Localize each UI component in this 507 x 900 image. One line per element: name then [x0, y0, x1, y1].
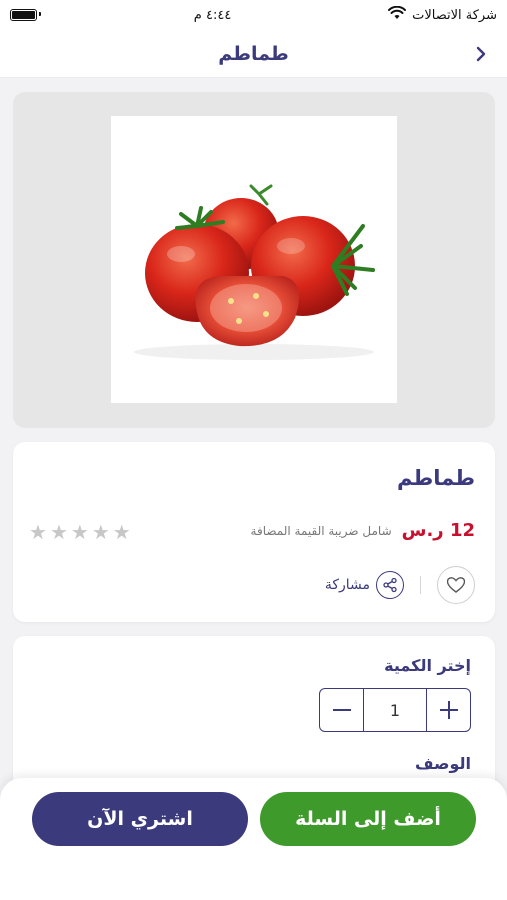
star-icon: ★	[91, 520, 110, 544]
share-button[interactable]: مشاركة	[325, 571, 404, 599]
star-icon: ★	[70, 520, 89, 544]
heart-icon	[447, 577, 465, 593]
bottom-action-bar: أضف إلى السلة اشتري الآن	[0, 778, 507, 900]
wifi-icon	[388, 5, 407, 24]
product-info-card: طماطم 12 ر.س شامل ضريبة القيمة المضافة ★…	[13, 442, 495, 622]
action-divider	[420, 576, 421, 594]
rating-stars[interactable]: ★ ★ ★ ★ ★	[29, 522, 131, 542]
product-image[interactable]	[111, 116, 397, 403]
decrease-quantity-button[interactable]	[320, 689, 364, 731]
add-to-cart-button[interactable]: أضف إلى السلة	[260, 792, 476, 846]
plus-icon	[439, 701, 458, 719]
product-image-card	[13, 92, 495, 428]
quantity-title: إختر الكمية	[384, 656, 471, 675]
quantity-stepper: 1	[319, 688, 471, 732]
star-icon: ★	[29, 520, 47, 544]
price-row: 12 ر.س شامل ضريبة القيمة المضافة	[251, 520, 475, 541]
buy-now-button[interactable]: اشتري الآن	[32, 792, 248, 846]
star-icon: ★	[112, 520, 131, 544]
star-icon: ★	[49, 520, 68, 544]
back-button[interactable]	[469, 42, 493, 66]
description-title: الوصف	[414, 754, 471, 773]
chevron-right-icon	[476, 46, 486, 62]
page-title: طماطم	[218, 42, 289, 65]
battery-icon	[10, 9, 41, 21]
app-header: طماطم	[0, 30, 507, 78]
product-actions: مشاركة	[325, 566, 475, 604]
share-label: مشاركة	[324, 577, 370, 593]
carrier-name: شركة الاتصالات	[412, 7, 497, 23]
share-icon	[376, 571, 404, 599]
favorite-button[interactable]	[437, 566, 475, 604]
increase-quantity-button[interactable]	[426, 689, 470, 731]
product-price: 12 ر.س	[401, 520, 475, 541]
product-name: طماطم	[397, 466, 475, 490]
status-time: ٤:٤٤ م	[193, 7, 232, 23]
minus-icon	[332, 709, 351, 711]
status-bar: ٤:٤٤ م شركة الاتصالات	[0, 0, 507, 30]
vat-note: شامل ضريبة القيمة المضافة	[250, 523, 392, 538]
quantity-value[interactable]: 1	[364, 689, 426, 731]
